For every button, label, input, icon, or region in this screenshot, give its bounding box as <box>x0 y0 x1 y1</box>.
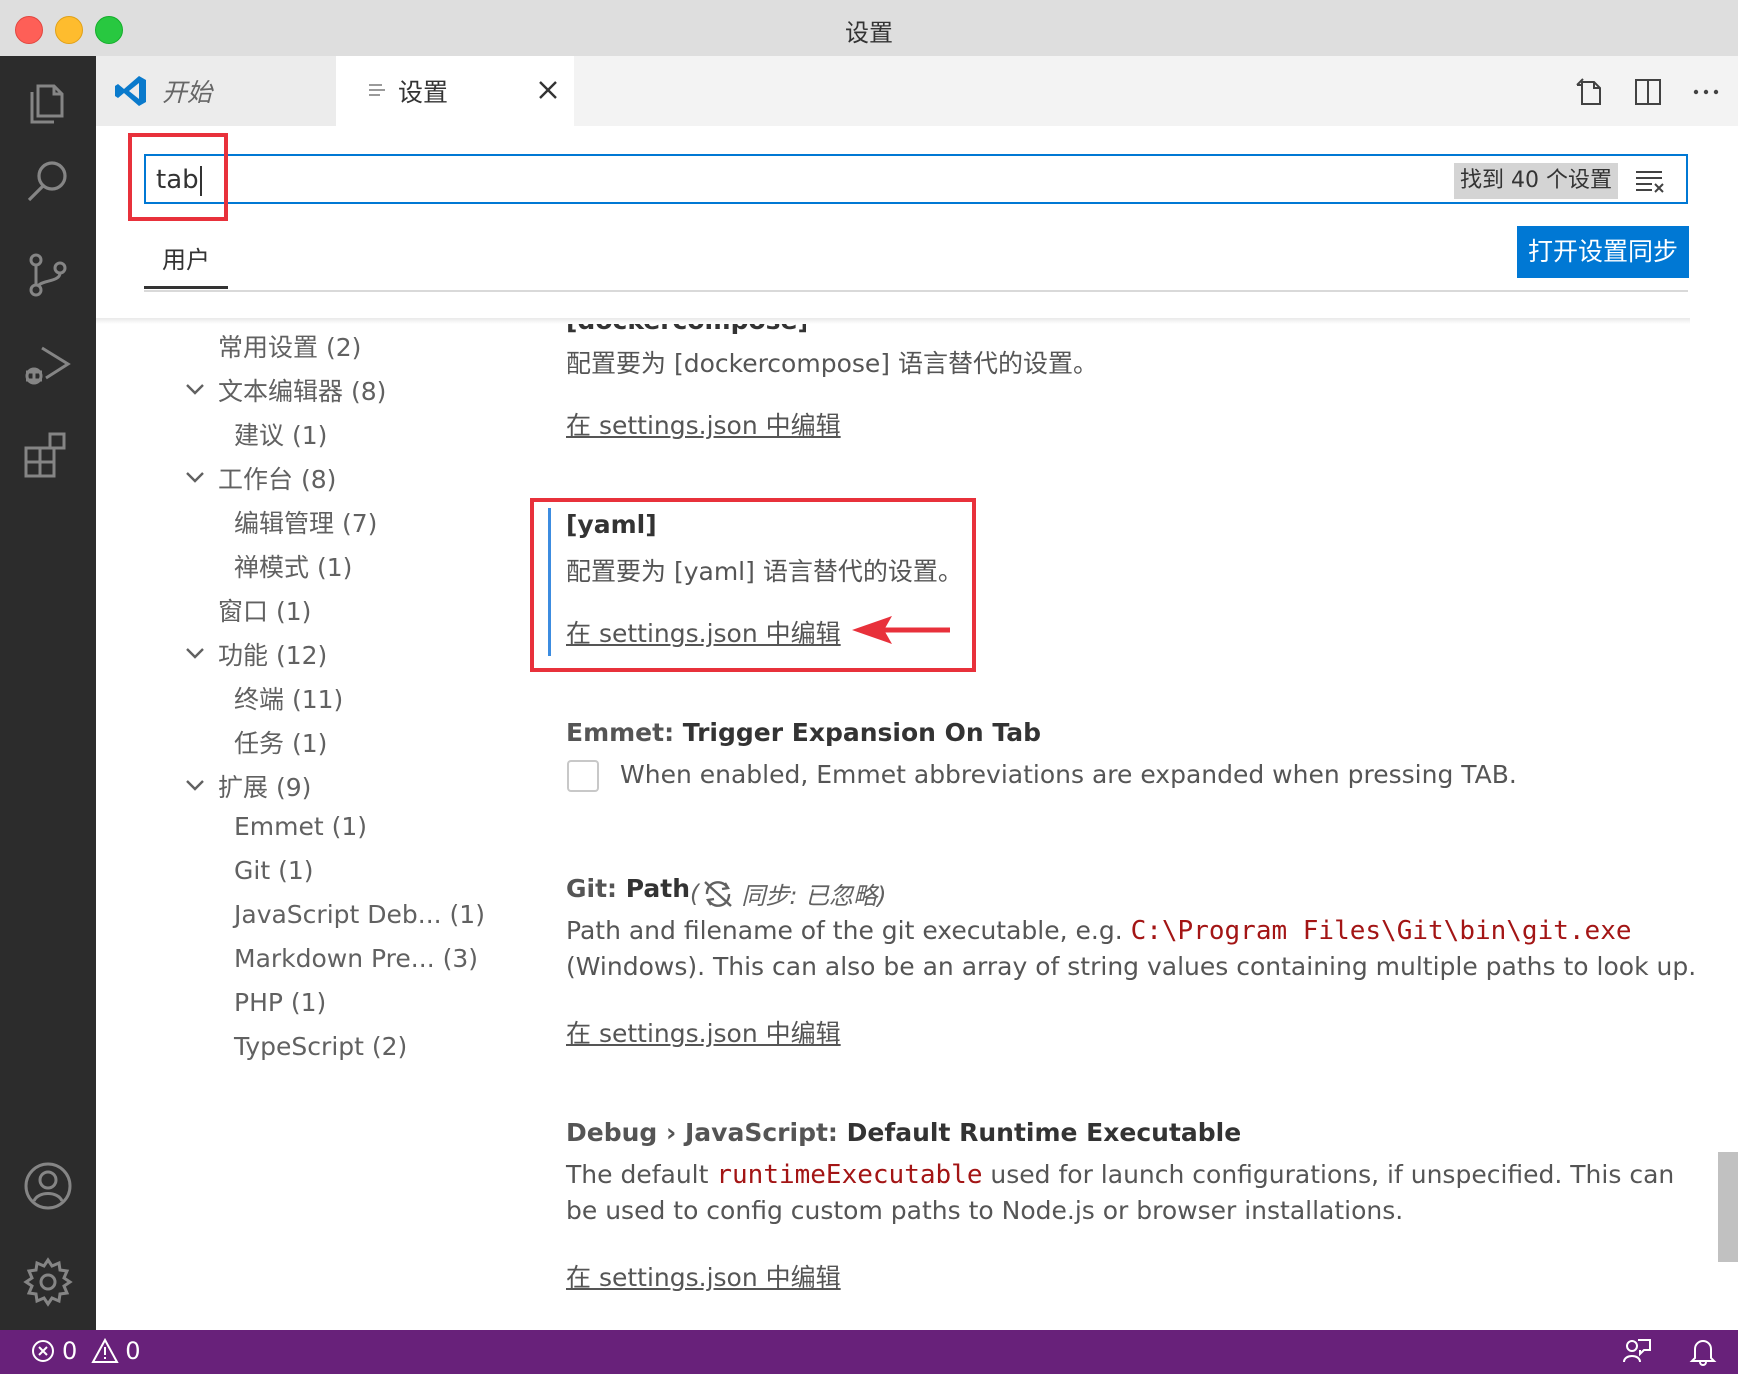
toc-item-typescript[interactable]: TypeScript (2) <box>234 1032 407 1061</box>
setting-debug-runtime-title: Debug › JavaScript: Default Runtime Exec… <box>566 1118 1242 1147</box>
red-arrow-annotation <box>850 612 954 648</box>
toc-item-emmet[interactable]: Emmet (1) <box>234 812 367 841</box>
toc-item-suggestions[interactable]: 建议 (1) <box>234 416 327 452</box>
window-title: 设置 <box>845 19 893 47</box>
setting-git-path-description: Path and filename of the git executable,… <box>566 916 1632 946</box>
setting-git-path-title: Git: Path <box>566 874 691 903</box>
problems-status[interactable]: 0 0 <box>30 1337 141 1365</box>
status-bar: 0 0 <box>0 1330 1738 1374</box>
runtime-executable-code: runtimeExecutable <box>716 1160 983 1190</box>
settings-file-icon <box>368 77 386 106</box>
edit-in-settings-json-link[interactable]: 在 settings.json 中编辑 <box>566 1258 841 1294</box>
setting-git-path-description-line2: (Windows). This can also be an array of … <box>566 952 1697 981</box>
tab-settings[interactable]: 设置 <box>336 56 574 126</box>
sync-ignored-note: ( 同步: 已忽略) <box>690 879 887 911</box>
toc-item-javascript-debugger[interactable]: JavaScript Deb... (1) <box>234 900 485 929</box>
header-shadow <box>96 318 1690 324</box>
error-count: 0 <box>62 1337 78 1365</box>
editor-actions <box>1568 70 1728 114</box>
source-control-icon[interactable] <box>20 246 76 302</box>
toc-item-features[interactable]: 功能 (12) <box>218 636 327 672</box>
vscode-logo-icon <box>114 74 148 108</box>
more-actions-icon[interactable] <box>1684 70 1728 114</box>
setting-emmet-description: When enabled, Emmet abbreviations are ex… <box>620 760 1517 789</box>
tab-start-label: 开始 <box>162 78 213 107</box>
toc-item-php[interactable]: PHP (1) <box>234 988 326 1017</box>
scope-tab-user[interactable]: 用户 <box>144 240 228 275</box>
settings-search-input[interactable]: tab 找到 40 个设置 <box>144 154 1688 204</box>
search-icon[interactable] <box>20 152 76 208</box>
git-path-example-code: C:\Program Files\Git\bin\git.exe <box>1130 916 1632 946</box>
editor-tab-strip: 开始 设置 <box>96 56 1738 126</box>
toc-item-text-editor[interactable]: 文本编辑器 (8) <box>218 372 386 408</box>
search-result-count-badge: 找到 40 个设置 <box>1454 163 1618 199</box>
tab-close-icon[interactable] <box>536 78 560 102</box>
scope-row-divider <box>144 290 1688 292</box>
toc-item-terminal[interactable]: 终端 (11) <box>234 680 343 716</box>
account-icon[interactable] <box>20 1158 76 1214</box>
emmet-trigger-checkbox[interactable] <box>567 760 599 792</box>
activity-bar <box>0 56 96 1330</box>
split-editor-icon[interactable] <box>1626 70 1670 114</box>
notifications-bell-icon[interactable] <box>1688 1336 1718 1366</box>
toc-item-commonly-used[interactable]: 常用设置 (2) <box>218 328 361 364</box>
sync-ignored-icon <box>701 879 735 909</box>
toc-item-markdown-preview[interactable]: Markdown Pre... (3) <box>234 944 478 973</box>
window-titlebar: 设置 <box>0 0 1738 57</box>
explorer-icon[interactable] <box>20 72 76 128</box>
setting-emmet-title: Emmet: Trigger Expansion On Tab <box>566 718 1042 747</box>
toc-item-editor-management[interactable]: 编辑管理 (7) <box>234 504 377 540</box>
open-settings-sync-button[interactable]: 打开设置同步 <box>1517 226 1689 278</box>
tab-settings-label: 设置 <box>398 78 449 107</box>
chevron-down-icon[interactable] <box>184 774 206 796</box>
open-settings-json-icon[interactable] <box>1568 70 1612 114</box>
chevron-down-icon[interactable] <box>184 466 206 488</box>
extensions-icon[interactable] <box>20 426 76 482</box>
chevron-down-icon[interactable] <box>184 378 206 400</box>
toc-item-window[interactable]: 窗口 (1) <box>218 592 311 628</box>
run-debug-icon[interactable] <box>20 336 76 392</box>
chevron-down-icon[interactable] <box>184 642 206 664</box>
setting-debug-runtime-description-line2: be used to config custom paths to Node.j… <box>566 1196 1404 1225</box>
toc-item-tasks[interactable]: 任务 (1) <box>234 724 327 760</box>
setting-debug-runtime-description: The default runtimeExecutable used for l… <box>566 1160 1675 1190</box>
warning-count: 0 <box>125 1337 141 1365</box>
setting-dockercompose-title: [dockercompose] <box>566 324 806 334</box>
warning-icon <box>91 1337 119 1364</box>
scope-tab-active-underline <box>144 286 228 289</box>
manage-gear-icon[interactable] <box>20 1254 76 1310</box>
toc-item-extensions[interactable]: 扩展 (9) <box>218 768 311 804</box>
tab-start[interactable]: 开始 <box>96 56 336 126</box>
edit-in-settings-json-link[interactable]: 在 settings.json 中编辑 <box>566 1014 841 1050</box>
setting-dockercompose-description: 配置要为 [dockercompose] 语言替代的设置。 <box>566 349 1098 378</box>
clear-filter-icon[interactable] <box>1634 166 1666 196</box>
toc-item-git[interactable]: Git (1) <box>234 856 313 885</box>
error-icon <box>30 1338 56 1364</box>
settings-scrollbar-thumb[interactable] <box>1718 1152 1738 1262</box>
toc-item-zen-mode[interactable]: 禅模式 (1) <box>234 548 352 584</box>
search-highlight-annotation <box>128 133 228 221</box>
edit-in-settings-json-link[interactable]: 在 settings.json 中编辑 <box>566 406 841 442</box>
feedback-icon[interactable] <box>1622 1336 1652 1366</box>
toc-item-workbench[interactable]: 工作台 (8) <box>218 460 336 496</box>
